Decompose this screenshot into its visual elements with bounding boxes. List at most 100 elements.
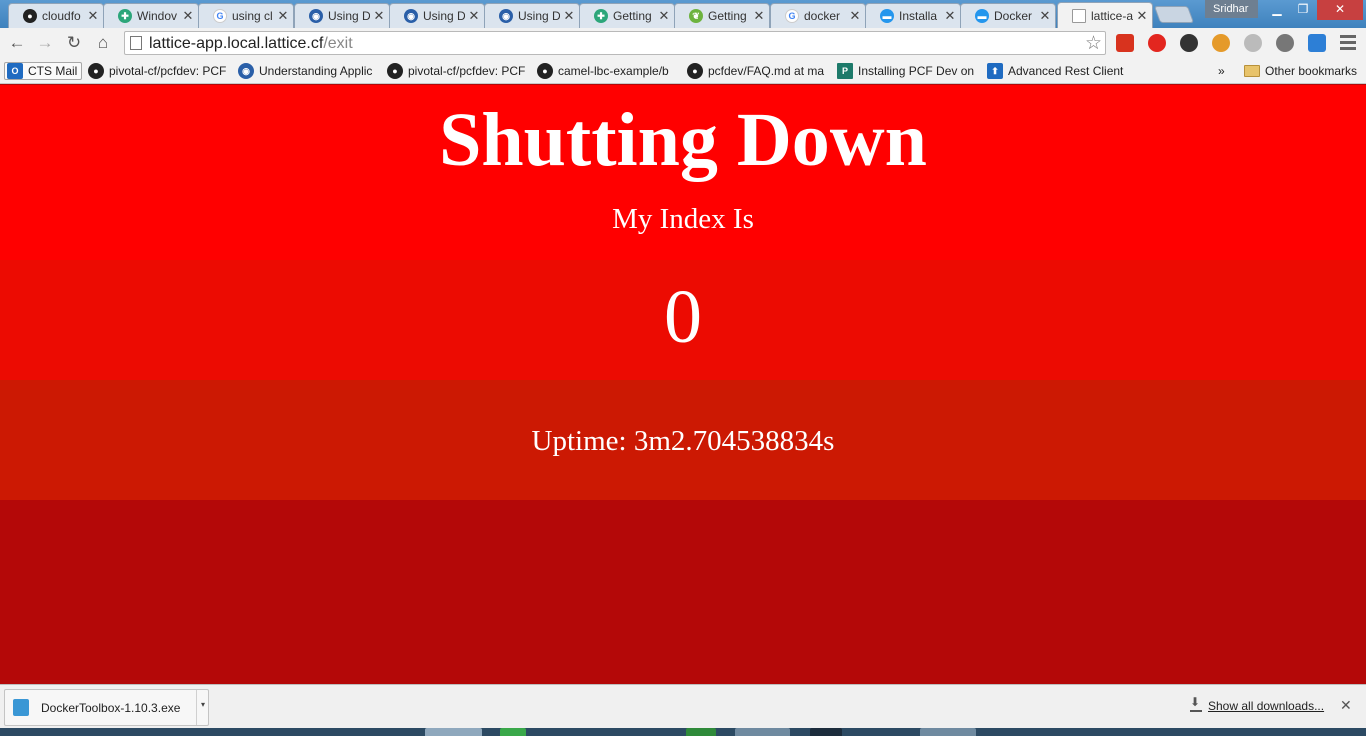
tab-title: Using D [518,9,560,23]
other-bookmarks-label: Other bookmarks [1265,64,1358,78]
index-value: 0 [664,275,702,359]
tab-title: Getting [708,9,747,23]
menu-icon[interactable] [1340,35,1356,53]
close-icon[interactable]: ✕ [658,8,670,24]
pivotal-p-icon: P [837,63,853,79]
tab-2[interactable]: G using cl ✕ [198,3,294,28]
tab-1[interactable]: ✚ Windov ✕ [103,3,199,28]
close-icon[interactable]: ✕ [1039,8,1051,24]
tab-title: using cl [232,9,273,23]
tab-0[interactable]: ● cloudfo ✕ [8,3,104,28]
close-icon[interactable]: ✕ [277,8,289,24]
tab-7[interactable]: ❦ Getting ✕ [674,3,770,28]
bookmark-label: pcfdev/FAQ.md at ma [708,64,825,78]
extension-grey-icon[interactable] [1244,34,1262,52]
close-icon[interactable]: ✕ [1340,697,1352,714]
taskbar-item[interactable] [686,728,716,736]
close-icon[interactable]: ✕ [182,8,194,24]
taskbar-item[interactable] [500,728,526,736]
extension-globe-icon[interactable] [1276,34,1294,52]
outlook-icon: O [7,63,23,79]
close-icon[interactable]: ✕ [468,8,480,24]
tab-title: Docker [994,9,1033,23]
close-icon[interactable]: ✕ [944,8,956,24]
taskbar-item[interactable] [810,728,842,736]
bookmark-label: Installing PCF Dev on [858,64,975,78]
taskbar-item[interactable] [735,728,790,736]
puzzle-icon: ✚ [594,9,608,23]
close-icon[interactable]: ✕ [87,8,99,24]
bookmarks-overflow-button[interactable]: » [1218,62,1225,80]
bookmarks-bar: O CTS Mail ● pivotal-cf/pcfdev: PCF ◉ Un… [0,58,1366,84]
close-icon[interactable]: ✕ [849,8,861,24]
installer-file-icon [13,699,29,716]
bookmark-star-icon[interactable]: ☆ [1085,32,1102,55]
back-icon[interactable]: ← [6,32,28,54]
tab-title: Using D [423,9,465,23]
bookmark-advanced-rest-client[interactable]: ⬆ Advanced Rest Client [987,62,1127,80]
restore-icon[interactable]: ❐ [1290,0,1316,20]
bookmark-label: pivotal-cf/pcfdev: PCF [109,64,226,78]
pivotal-icon: ◉ [404,9,418,23]
close-icon[interactable]: ✕ [1136,8,1148,24]
tab-title: lattice-a [1091,9,1133,23]
close-icon[interactable]: ✕ [373,8,385,24]
arc-icon: ⬆ [987,63,1003,79]
adblock-icon[interactable] [1148,34,1166,52]
bookmark-label: Understanding Applic [259,64,373,78]
extension-download-icon[interactable] [1308,34,1326,52]
browser-toolbar: ← → ↻ ⌂ lattice-app.local.lattice.cf/exi… [0,28,1366,58]
docker-icon: ▬ [880,9,894,23]
bookmark-pcfdev-2[interactable]: ● pivotal-cf/pcfdev: PCF [387,62,525,80]
extension-orange-icon[interactable] [1212,34,1230,52]
extension-book-icon[interactable] [1116,34,1134,52]
google-icon: G [785,9,799,23]
profile-badge[interactable]: Sridhar [1205,0,1258,18]
bookmark-cts-mail[interactable]: O CTS Mail [4,62,83,80]
show-all-downloads-link[interactable]: Show all downloads... [1190,695,1325,713]
reload-icon[interactable]: ↻ [63,32,85,54]
evernote-icon[interactable] [1180,34,1198,52]
bookmark-label: CTS Mail [28,64,78,78]
other-bookmarks[interactable]: Other bookmarks [1244,62,1357,80]
github-icon: ● [88,63,104,79]
minimize-icon[interactable]: ▁ [1264,0,1290,20]
bookmark-pcfdev-faq[interactable]: ● pcfdev/FAQ.md at ma [687,62,825,80]
bookmark-camel-lbc[interactable]: ● camel-lbc-example/b [537,62,675,80]
tab-title: Installa [899,9,938,23]
forward-icon[interactable]: → [34,32,56,54]
tab-title: cloudfo [42,9,81,23]
taskbar-item[interactable] [920,728,976,736]
bookmark-pcfdev-1[interactable]: ● pivotal-cf/pcfdev: PCF [88,62,226,80]
tab-6[interactable]: ✚ Getting ✕ [579,3,675,28]
github-icon: ● [537,63,553,79]
home-icon[interactable]: ⌂ [92,32,114,54]
pivotal-icon: ◉ [238,63,254,79]
tab-5[interactable]: ◉ Using D ✕ [484,3,580,28]
url-text: lattice-app.local.lattice.cf/exit [149,35,353,53]
tab-strip: ● cloudfo ✕ ✚ Windov ✕ G using cl ✕ ◉ Us… [0,0,1366,29]
tab-10[interactable]: ▬ Docker ✕ [960,3,1056,28]
close-icon[interactable]: ✕ [563,8,575,24]
tab-3[interactable]: ◉ Using D ✕ [294,3,390,28]
close-icon[interactable]: ✕ [753,8,765,24]
page-info-icon[interactable] [130,36,142,50]
download-shelf: DockerToolbox-1.10.3.exe ▾ Show all down… [0,684,1366,728]
bookmark-label: camel-lbc-example/b [558,64,669,78]
url-host: lattice-app.local.lattice.cf [149,35,324,52]
new-tab-button[interactable] [1153,6,1195,23]
bookmark-installing-pcf[interactable]: P Installing PCF Dev on [837,62,975,80]
tab-11-active[interactable]: lattice-a ✕ [1057,2,1153,29]
page-icon [1072,9,1086,23]
show-all-downloads-label: Show all downloads... [1208,699,1325,713]
address-bar[interactable]: lattice-app.local.lattice.cf/exit ☆ [124,31,1106,55]
bookmark-understanding-applic[interactable]: ◉ Understanding Applic [238,62,376,80]
tab-8[interactable]: G docker ✕ [770,3,866,28]
tab-9[interactable]: ▬ Installa ✕ [865,3,961,28]
taskbar-item[interactable] [425,728,482,736]
download-item[interactable]: DockerToolbox-1.10.3.exe ▾ [4,689,209,726]
tab-4[interactable]: ◉ Using D ✕ [389,3,485,28]
download-icon [1190,695,1202,712]
chevron-down-icon[interactable]: ▾ [196,690,209,725]
window-close-icon[interactable]: ✕ [1317,0,1363,20]
